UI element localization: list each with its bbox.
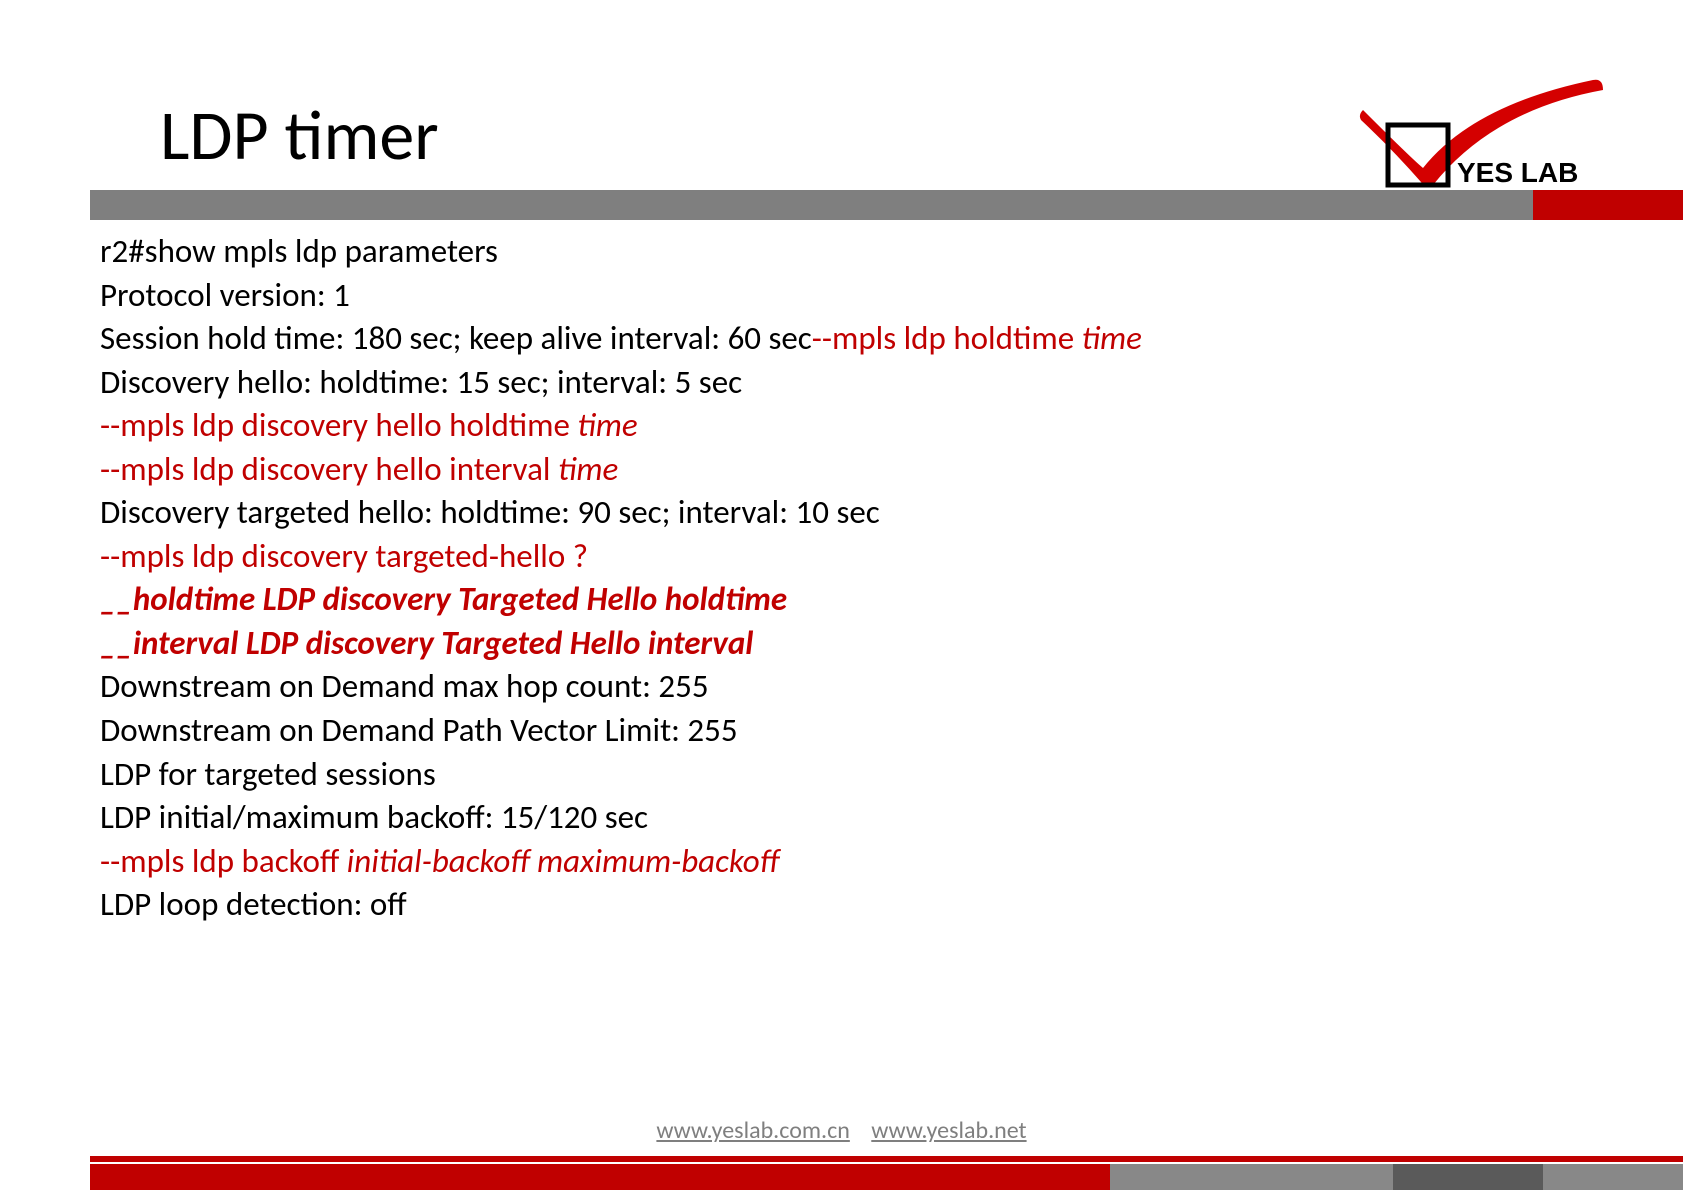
text-line: Discovery hello: holdtime: 15 sec; inter… [100, 361, 1623, 405]
content-body: r2#show mpls ldp parameters Protocol ver… [100, 230, 1623, 927]
slide-title: LDP timer [160, 92, 439, 178]
command-line: --mpls ldp discovery hello interval time [100, 448, 1623, 492]
text-line: Downstream on Demand max hop count: 255 [100, 665, 1623, 709]
footer-link-2[interactable]: www.yeslab.net [871, 1116, 1026, 1145]
command-line: --mpls ldp discovery targeted-hello ? [100, 535, 1623, 579]
slide: LDP timer YES LAB r2#show mpls ldp param… [0, 0, 1683, 1190]
text-line: LDP initial/maximum backoff: 15/120 sec [100, 796, 1623, 840]
text-line: Discovery targeted hello: holdtime: 90 s… [100, 491, 1623, 535]
command-span: --mpls ldp discovery hello holdtime [100, 405, 577, 445]
option-line: __interval LDP discovery Targeted Hello … [100, 622, 1623, 666]
command-span: --mpls ldp backoff [100, 841, 347, 881]
footer-link-1[interactable]: www.yeslab.com.cn [656, 1116, 849, 1145]
header-bar [90, 190, 1683, 220]
command-span: --mpls ldp discovery hello interval [100, 449, 558, 489]
footer-bar-red [90, 1164, 1110, 1190]
param-span: time [577, 405, 637, 445]
option-line: __holdtime LDP discovery Targeted Hello … [100, 578, 1623, 622]
text-span: Session hold time: 180 sec; keep alive i… [100, 318, 812, 358]
text-line: LDP for targeted sessions [100, 753, 1623, 797]
footer-bar-thin [90, 1156, 1683, 1162]
command-line: --mpls ldp backoff initial-backoff maxim… [100, 840, 1623, 884]
param-span: time [558, 449, 618, 489]
footer-links: www.yeslab.com.cn www.yeslab.net [0, 1116, 1683, 1145]
option-span: interval LDP discovery Targeted Hello in… [133, 623, 753, 663]
text-line: Downstream on Demand Path Vector Limit: … [100, 709, 1623, 753]
text-line: LDP loop detection: off [100, 883, 1623, 927]
command-line: --mpls ldp discovery hello holdtime time [100, 404, 1623, 448]
text-line: r2#show mpls ldp parameters [100, 230, 1623, 274]
header-accent [1533, 190, 1683, 220]
yeslab-logo-icon: YES LAB [1353, 70, 1613, 200]
text-line: Protocol version: 1 [100, 274, 1623, 318]
param-span: time [1082, 318, 1142, 358]
prefix-span: __ [100, 623, 133, 663]
option-span: holdtime LDP discovery Targeted Hello ho… [133, 579, 787, 619]
command-span: --mpls ldp holdtime [812, 318, 1082, 358]
text-line: Session hold time: 180 sec; keep alive i… [100, 317, 1623, 361]
footer-bar-accent [1393, 1164, 1543, 1190]
logo: YES LAB [1353, 70, 1613, 200]
logo-text: YES LAB [1457, 157, 1578, 188]
param-span: initial-backoff maximum-backoff [347, 841, 779, 881]
prefix-span: __ [100, 579, 133, 619]
